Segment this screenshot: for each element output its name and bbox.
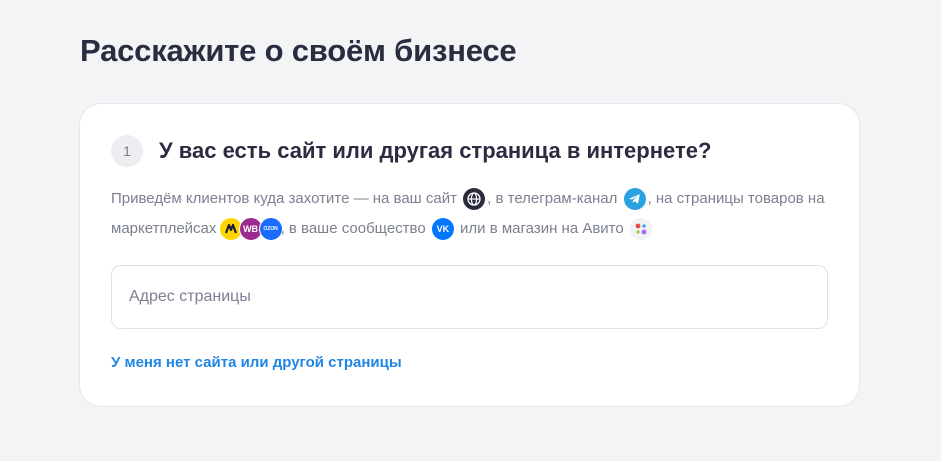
page-address-input[interactable] [112,266,827,328]
step-question: У вас есть сайт или другая страница в ин… [159,138,712,163]
marketplace-icons: WB OZON [218,217,283,242]
description-part-1: Приведём клиентов куда захотите — на ваш… [111,190,457,208]
description-part-4: , в ваше сообщество [280,220,426,238]
description: Приведём клиентов куда захотите — на ваш… [111,184,831,244]
business-card: 1 У вас есть сайт или другая страница в … [79,103,860,407]
vk-icon: VK [431,218,454,241]
no-site-link[interactable]: У меня нет сайта или другой страницы [111,354,402,371]
page-title: Расскажите о своём бизнесе [80,33,517,68]
description-part-5: или в магазин на Авито [460,220,624,238]
description-part-2: , в телеграм-канал [487,190,618,208]
step-number-badge: 1 [111,135,143,167]
globe-icon [463,188,486,211]
avito-icon [629,218,652,241]
step-header: 1 У вас есть сайт или другая страница в … [111,135,711,167]
page-address-field[interactable] [111,265,828,329]
telegram-icon [623,188,646,211]
ozon-icon: OZON [258,217,283,242]
